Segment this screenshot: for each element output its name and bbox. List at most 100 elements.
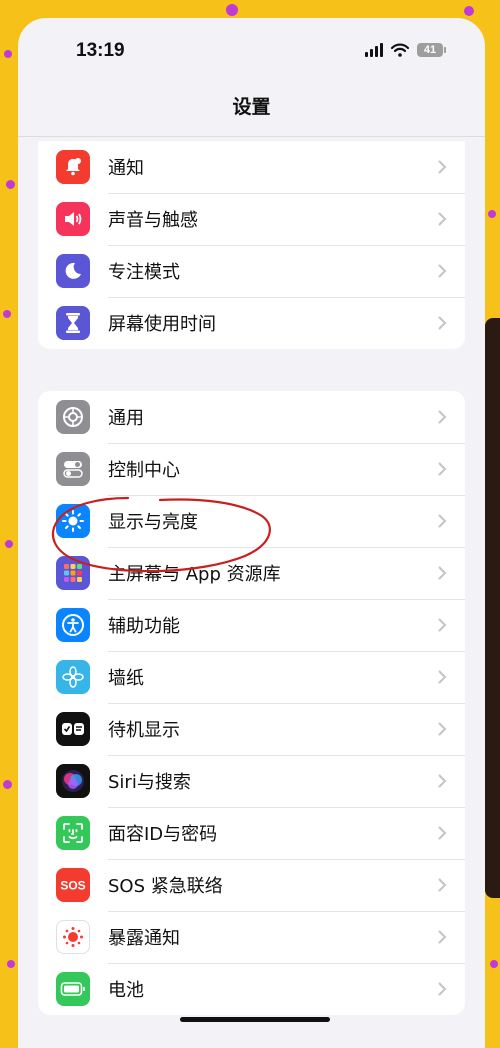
row-content: 通知	[108, 141, 465, 194]
background-dot	[226, 4, 238, 16]
chevron-right-icon	[438, 264, 447, 277]
row-label: 墙纸	[108, 667, 144, 689]
status-icons: 41	[365, 43, 446, 57]
row-content: 暴露通知	[108, 911, 465, 964]
settings-row-accessibility[interactable]: 辅助功能	[38, 599, 465, 652]
chevron-right-icon	[438, 514, 447, 527]
gear-icon	[56, 400, 90, 434]
row-label: 待机显示	[108, 719, 180, 741]
navigation-bar: 设置	[18, 90, 485, 137]
settings-row-wallpaper[interactable]: 墙纸	[38, 651, 465, 704]
settings-row-faceid[interactable]: 面容ID与密码	[38, 807, 465, 860]
row-label: 显示与亮度	[108, 511, 198, 533]
chevron-right-icon	[438, 930, 447, 943]
row-content: 声音与触感	[108, 193, 465, 246]
settings-row-display-brightness[interactable]: 显示与亮度	[38, 495, 465, 548]
background-dot	[488, 210, 496, 218]
chevron-right-icon	[438, 982, 447, 996]
row-content: Siri与搜索	[108, 755, 465, 808]
row-content: SOS 紧急联络	[108, 859, 465, 912]
row-content: 电池	[108, 963, 465, 1015]
background-dot	[7, 960, 15, 968]
settings-row-focus[interactable]: 专注模式	[38, 245, 465, 298]
chevron-right-icon	[438, 566, 447, 579]
status-bar: 13:19 41	[18, 18, 485, 90]
settings-row-standby[interactable]: 待机显示	[38, 703, 465, 756]
battery-level: 41	[423, 44, 437, 56]
settings-row-siri[interactable]: Siri与搜索	[38, 755, 465, 808]
sos-icon: SOS	[56, 868, 90, 902]
row-label: 面容ID与密码	[108, 823, 218, 845]
faceid-icon	[56, 816, 90, 850]
row-content: 控制中心	[108, 443, 465, 496]
sun-icon	[56, 504, 90, 538]
row-label: 声音与触感	[108, 209, 198, 231]
background-dot	[3, 310, 11, 318]
row-label: Siri与搜索	[108, 771, 191, 793]
row-label: 控制中心	[108, 459, 180, 481]
row-content: 面容ID与密码	[108, 807, 465, 860]
toggles-icon	[56, 452, 90, 486]
cellular-signal-icon	[365, 43, 383, 57]
settings-group-general: 通用 控制中心 显示与亮度 主屏幕与 App 资源库 辅助功能 墙纸 待机显示 …	[38, 391, 465, 1015]
row-label: 暴露通知	[108, 927, 180, 949]
background-dot	[464, 6, 474, 16]
accessibility-icon	[56, 608, 90, 642]
row-content: 显示与亮度	[108, 495, 465, 548]
svg-text:SOS: SOS	[60, 879, 85, 893]
battery-icon	[56, 972, 90, 1006]
row-label: 通知	[108, 157, 144, 179]
row-label: 辅助功能	[108, 615, 180, 637]
row-label: SOS 紧急联络	[108, 875, 223, 897]
row-label: 主屏幕与 App 资源库	[108, 563, 281, 585]
background-dot	[4, 50, 12, 58]
background-dot	[6, 180, 15, 189]
chevron-right-icon	[438, 774, 447, 787]
chevron-right-icon	[438, 212, 447, 225]
page-title: 设置	[232, 96, 271, 118]
row-content: 辅助功能	[108, 599, 465, 652]
home-indicator	[180, 1017, 330, 1022]
background-object	[485, 318, 500, 898]
chevron-right-icon	[438, 618, 447, 631]
settings-row-general[interactable]: 通用	[38, 391, 465, 444]
row-content: 墙纸	[108, 651, 465, 704]
settings-row-control-center[interactable]: 控制中心	[38, 443, 465, 496]
phone-screen: 13:19 41 设置 通知 声音与触感 专注模式 屏幕使用时间 通用 控制中心…	[18, 18, 485, 1048]
chevron-right-icon	[438, 878, 447, 891]
exposure-icon	[56, 920, 90, 954]
row-label: 屏幕使用时间	[108, 314, 216, 335]
chevron-right-icon	[438, 722, 447, 735]
chevron-right-icon	[438, 316, 447, 330]
hourglass-icon	[56, 306, 90, 340]
chevron-right-icon	[438, 410, 447, 423]
row-label: 通用	[108, 407, 144, 429]
row-label: 电池	[108, 980, 144, 1001]
row-content: 专注模式	[108, 245, 465, 298]
settings-row-home-screen[interactable]: 主屏幕与 App 资源库	[38, 547, 465, 600]
wifi-icon	[391, 43, 409, 57]
settings-row-screen-time[interactable]: 屏幕使用时间	[38, 297, 465, 349]
row-content: 屏幕使用时间	[108, 297, 465, 349]
settings-row-battery[interactable]: 电池	[38, 963, 465, 1015]
chevron-right-icon	[438, 160, 447, 173]
background-dot	[3, 780, 12, 789]
settings-row-emergency-sos[interactable]: SOS SOS 紧急联络	[38, 859, 465, 912]
row-content: 待机显示	[108, 703, 465, 756]
settings-row-notifications[interactable]: 通知	[38, 141, 465, 194]
flower-icon	[56, 660, 90, 694]
chevron-right-icon	[438, 462, 447, 475]
row-content: 主屏幕与 App 资源库	[108, 547, 465, 600]
chevron-right-icon	[438, 826, 447, 839]
status-time: 13:19	[76, 40, 125, 61]
settings-row-sounds[interactable]: 声音与触感	[38, 193, 465, 246]
standby-icon	[56, 712, 90, 746]
row-label: 专注模式	[108, 261, 180, 283]
row-content: 通用	[108, 391, 465, 444]
moon-icon	[56, 254, 90, 288]
background-dot	[490, 960, 498, 968]
background-dot	[5, 540, 13, 548]
home-grid-icon	[56, 556, 90, 590]
settings-row-exposure-notifications[interactable]: 暴露通知	[38, 911, 465, 964]
chevron-right-icon	[438, 670, 447, 683]
